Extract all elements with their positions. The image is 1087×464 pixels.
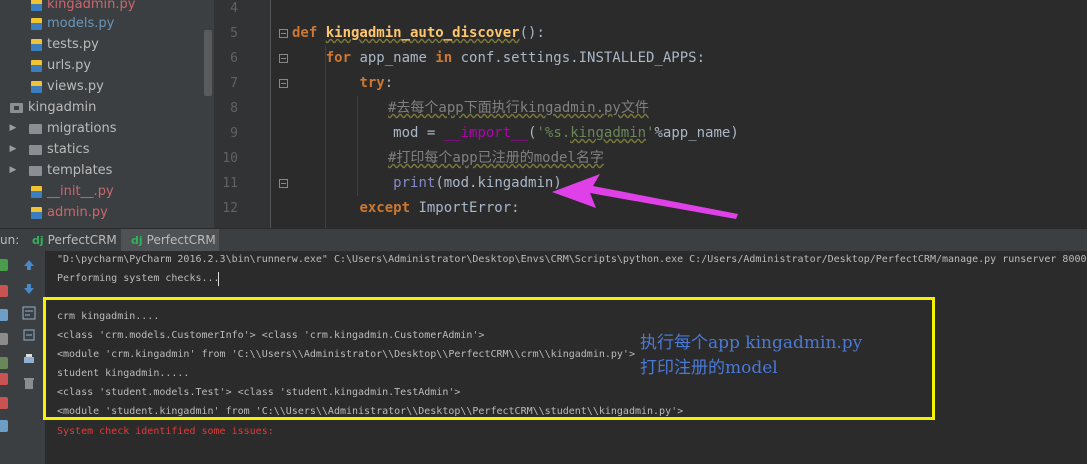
annotation-arrow bbox=[552, 174, 738, 219]
